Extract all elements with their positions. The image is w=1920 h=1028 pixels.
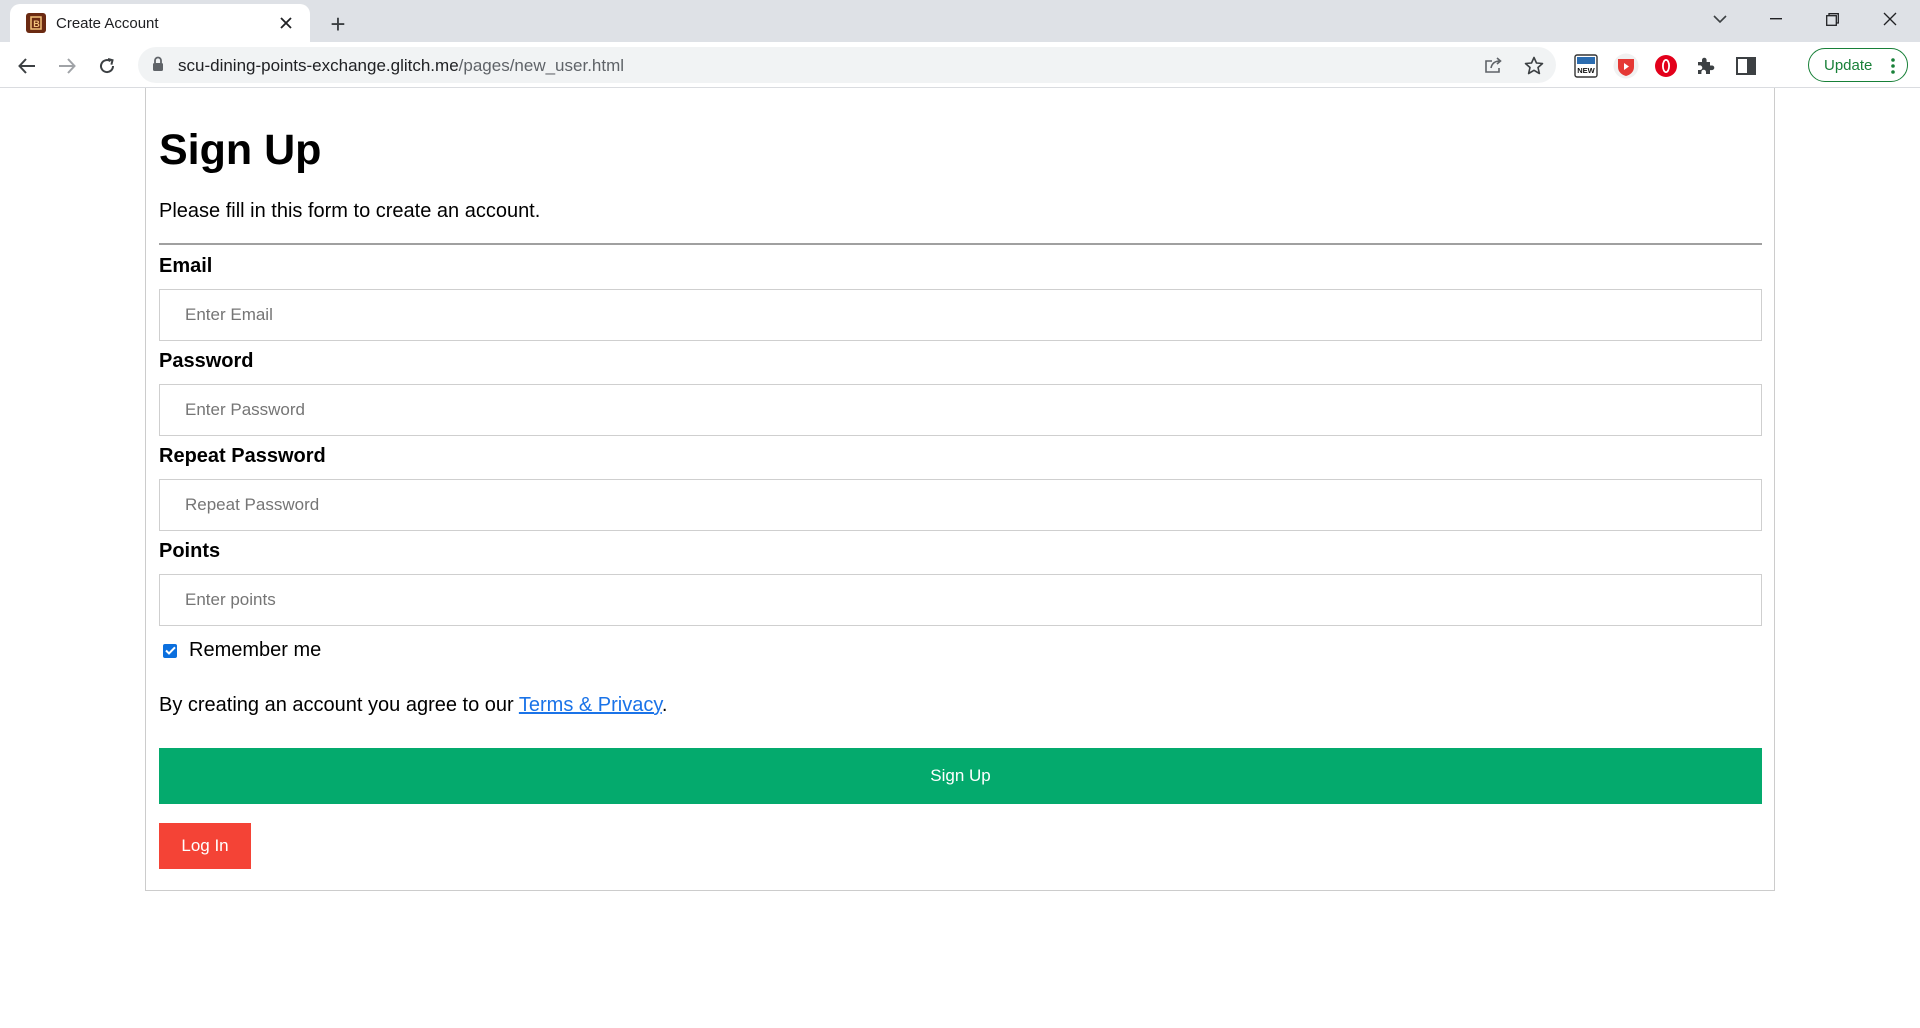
signup-form-container: Sign Up Please fill in this form to crea…	[145, 88, 1775, 891]
terms-prefix: By creating an account you agree to our	[159, 694, 519, 716]
tab-close-icon[interactable]	[274, 11, 298, 35]
repeat-password-label: Repeat Password	[159, 445, 326, 467]
restore-window-icon[interactable]	[1804, 0, 1860, 38]
new-tab-button[interactable]: +	[322, 8, 354, 40]
log-in-button[interactable]: Log In	[159, 823, 251, 869]
browser-tab-active[interactable]: B Create Account	[10, 4, 310, 42]
tab-title: Create Account	[56, 14, 159, 32]
remember-me-label: Remember me	[189, 639, 322, 661]
menu-dots-icon[interactable]	[1891, 58, 1895, 78]
form-subtitle: Please fill in this form to create an ac…	[159, 200, 541, 222]
url-path: /pages/new_user.html	[458, 56, 625, 75]
remember-me-checkbox[interactable]	[163, 643, 177, 658]
share-icon[interactable]	[1482, 53, 1506, 77]
new-extension-icon[interactable]: NEW	[1572, 52, 1600, 80]
reload-icon[interactable]	[90, 49, 124, 83]
terms-notice: By creating an account you agree to our …	[159, 694, 667, 717]
divider	[159, 243, 1762, 245]
sign-up-button[interactable]: Sign Up	[159, 748, 1762, 804]
url-host: scu-dining-points-exchange.glitch.me	[178, 56, 459, 75]
tab-search-chevron-down-icon[interactable]	[1692, 0, 1748, 38]
forward-arrow-icon[interactable]	[50, 49, 84, 83]
password-label: Password	[159, 350, 254, 372]
tab-strip: B Create Account +	[0, 0, 1920, 42]
remember-me-row: Remember me	[163, 639, 321, 662]
email-field[interactable]	[159, 289, 1762, 341]
pocket-shield-icon[interactable]	[1612, 52, 1640, 80]
back-arrow-icon[interactable]	[10, 49, 44, 83]
minimize-window-icon[interactable]	[1748, 0, 1804, 38]
repeat-password-field[interactable]	[159, 479, 1762, 531]
site-favicon-icon: B	[26, 13, 46, 33]
email-label: Email	[159, 255, 213, 277]
password-field[interactable]	[159, 384, 1762, 436]
side-panel-icon[interactable]	[1732, 52, 1760, 80]
browser-toolbar: scu-dining-points-exchange.glitch.me/pag…	[0, 42, 1920, 88]
terms-suffix: .	[661, 694, 668, 716]
url-text: scu-dining-points-exchange.glitch.me/pag…	[178, 56, 624, 76]
opera-o-icon[interactable]	[1652, 52, 1680, 80]
points-label: Points	[159, 540, 221, 562]
terms-privacy-link[interactable]: Terms & Privacy	[519, 694, 662, 716]
update-label: Update	[1824, 56, 1873, 74]
bookmark-star-icon[interactable]	[1522, 53, 1546, 77]
close-window-icon[interactable]	[1862, 0, 1918, 38]
page-title: Sign Up	[159, 126, 322, 174]
address-bar[interactable]: scu-dining-points-exchange.glitch.me/pag…	[138, 47, 1556, 83]
checkmark-icon	[164, 646, 176, 655]
extensions-puzzle-icon[interactable]	[1692, 52, 1720, 80]
lock-icon	[152, 56, 164, 77]
update-button[interactable]: Update	[1808, 48, 1908, 82]
extension-new-label: NEW	[1577, 66, 1595, 75]
points-field[interactable]	[159, 574, 1762, 626]
svg-text:B: B	[33, 19, 40, 29]
